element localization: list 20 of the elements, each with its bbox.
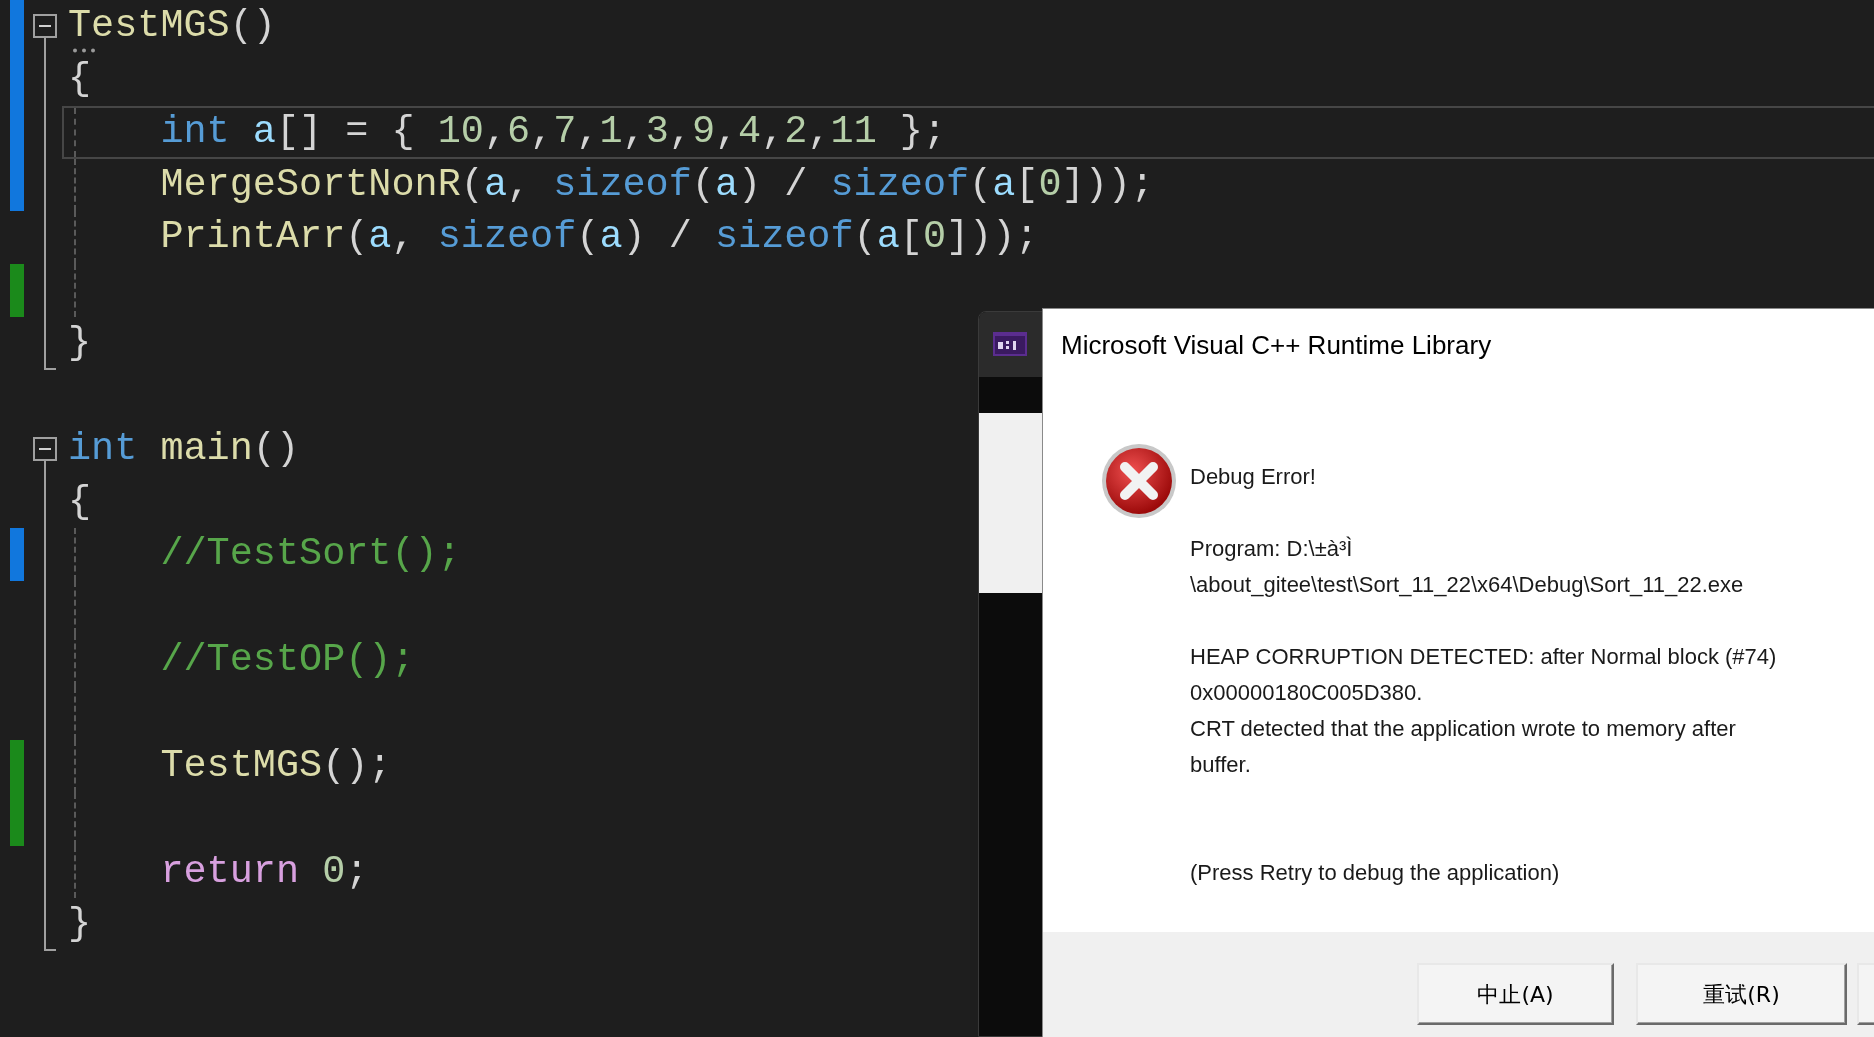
message-text: HEAP CORRUPTION DETECTED: after Normal block (#74) 0x00000180C005D380. CRT detected that the application wrote to memory after buffer. — [1190, 643, 1777, 779]
code-line: PrintArr(a, sizeof(a) / sizeof(a[0])); — [160, 215, 1039, 260]
error-heading: Debug Error! — [1190, 463, 1317, 491]
code-line: } — [68, 321, 92, 366]
message-text: Program: D:\±à³Ì \about_gitee\test\Sort_11_22\x64\Debug\Sort_11_22.exe — [1190, 535, 1745, 599]
code-line: return 0; — [160, 849, 369, 894]
code-line: { — [68, 56, 92, 101]
code-line: } — [68, 902, 92, 947]
dialog-title: Microsoft Visual C++ Runtime Library — [1060, 329, 1493, 361]
code-line: TestMGS(); — [160, 743, 392, 788]
code-line: { — [68, 479, 92, 524]
code-line: //TestSort(); — [160, 532, 461, 577]
code-line: int main() — [68, 426, 300, 471]
dialog-button[interactable]: 中止(A) — [1417, 963, 1614, 1025]
code-line: //TestOP(); — [160, 638, 415, 683]
code-line: MergeSortNonR(a, sizeof(a) / sizeof(a[0])); — [160, 162, 1154, 207]
dialog-button[interactable]: 重试(R) — [1636, 963, 1847, 1025]
code-line: TestMGS() — [68, 4, 276, 48]
retry-hint: (Press Retry to debug the application) — [1190, 859, 1561, 887]
code-line: int a[] = { 10,6,7,1,3,9,4,2,11 }; — [160, 109, 947, 154]
